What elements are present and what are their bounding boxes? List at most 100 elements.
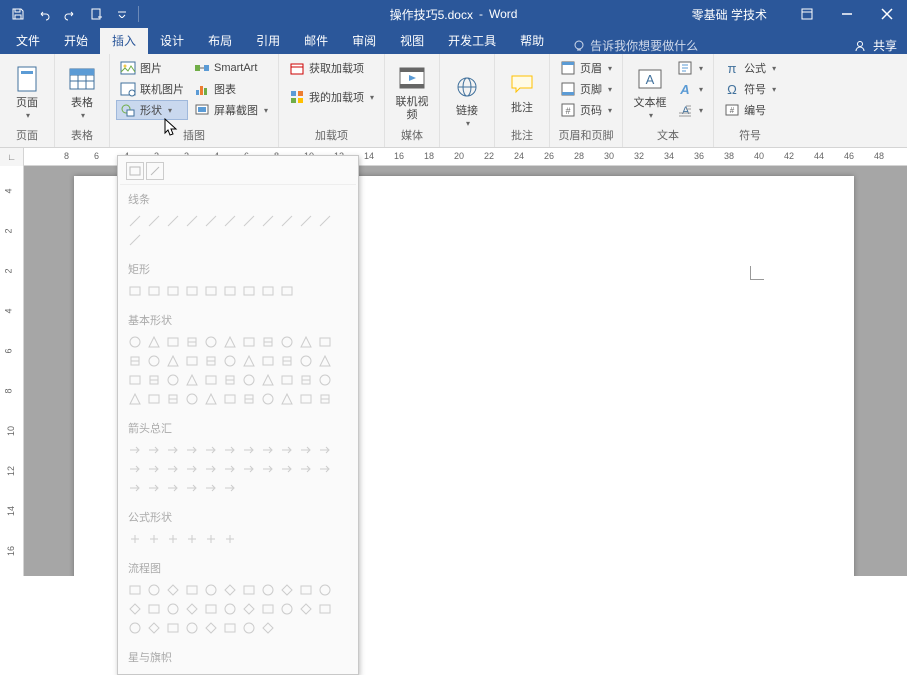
shape-cell[interactable] [240, 212, 258, 230]
shape-cell[interactable] [126, 390, 144, 408]
shape-cell[interactable] [221, 581, 239, 599]
shapes-button[interactable]: 形状▾ [116, 100, 188, 120]
shape-cell[interactable] [297, 460, 315, 478]
tab-design[interactable]: 设计 [148, 27, 196, 54]
shape-cell[interactable] [145, 282, 163, 300]
shape-cell[interactable] [259, 600, 277, 618]
shape-cell[interactable] [126, 460, 144, 478]
shape-cell[interactable] [126, 371, 144, 389]
shape-cell[interactable] [164, 479, 182, 497]
shape-cell[interactable] [278, 212, 296, 230]
shape-cell[interactable] [126, 333, 144, 351]
tell-me-search[interactable]: 告诉我你想要做什么 [572, 37, 698, 54]
shape-cell[interactable] [221, 333, 239, 351]
shape-cell[interactable] [145, 479, 163, 497]
shape-cell[interactable] [183, 390, 201, 408]
shape-cell[interactable] [202, 333, 220, 351]
chart-button[interactable]: 图表 [190, 79, 272, 99]
shape-cell[interactable] [183, 352, 201, 370]
shape-cell[interactable] [126, 282, 144, 300]
shape-cell[interactable] [240, 333, 258, 351]
shape-cell[interactable] [145, 333, 163, 351]
page-number-button[interactable]: #页码▾ [556, 100, 616, 120]
shape-cell[interactable] [164, 619, 182, 637]
smartart-button[interactable]: SmartArt [190, 58, 272, 78]
shape-cell[interactable] [145, 619, 163, 637]
shape-cell[interactable] [316, 600, 334, 618]
shape-cell[interactable] [164, 390, 182, 408]
shape-cell[interactable] [240, 352, 258, 370]
shape-cell[interactable] [145, 460, 163, 478]
tab-home[interactable]: 开始 [52, 27, 100, 54]
tab-help[interactable]: 帮助 [508, 27, 556, 54]
shape-cell[interactable] [183, 600, 201, 618]
shape-cell[interactable] [183, 441, 201, 459]
shape-cell[interactable] [126, 212, 144, 230]
shape-cell[interactable] [145, 212, 163, 230]
shape-cell[interactable] [164, 530, 182, 548]
drop-cap-button[interactable]: A▾ [673, 100, 707, 120]
shape-cell[interactable] [202, 600, 220, 618]
shape-cell[interactable] [316, 333, 334, 351]
shape-cell[interactable] [278, 460, 296, 478]
shape-cell[interactable] [221, 390, 239, 408]
shape-cell[interactable] [278, 390, 296, 408]
shape-cell[interactable] [259, 460, 277, 478]
shape-cell[interactable] [221, 212, 239, 230]
shape-cell[interactable] [145, 441, 163, 459]
shape-cell[interactable] [297, 371, 315, 389]
shape-cell[interactable] [278, 282, 296, 300]
shape-cell[interactable] [221, 441, 239, 459]
shape-cell[interactable] [240, 371, 258, 389]
tab-view[interactable]: 视图 [388, 27, 436, 54]
shape-cell[interactable] [221, 600, 239, 618]
shape-cell[interactable] [145, 352, 163, 370]
shape-cell[interactable] [126, 352, 144, 370]
symbol-button[interactable]: Ω符号▾ [720, 79, 780, 99]
footer-button[interactable]: 页脚▾ [556, 79, 616, 99]
shape-cell[interactable] [164, 212, 182, 230]
shape-cell[interactable] [145, 390, 163, 408]
shape-cell[interactable] [221, 619, 239, 637]
shape-cell[interactable] [278, 581, 296, 599]
shape-cell[interactable] [126, 600, 144, 618]
tab-review[interactable]: 审阅 [340, 27, 388, 54]
equation-button[interactable]: π公式▾ [720, 58, 780, 78]
undo-icon[interactable] [32, 2, 56, 26]
shape-cell[interactable] [297, 333, 315, 351]
shape-cell[interactable] [126, 619, 144, 637]
shape-cell[interactable] [164, 333, 182, 351]
shape-cell[interactable] [202, 460, 220, 478]
shape-cell[interactable] [183, 479, 201, 497]
shape-cell[interactable] [259, 352, 277, 370]
shape-cell[interactable] [240, 390, 258, 408]
shape-cell[interactable] [126, 231, 144, 249]
shape-cell[interactable] [202, 581, 220, 599]
shape-cell[interactable] [278, 600, 296, 618]
shape-cell[interactable] [202, 352, 220, 370]
shape-cell[interactable] [202, 530, 220, 548]
text-box-button[interactable]: A 文本框▾ [629, 58, 671, 125]
shape-cell[interactable] [316, 390, 334, 408]
shape-cell[interactable] [221, 352, 239, 370]
shape-cell[interactable] [202, 212, 220, 230]
shape-cell[interactable] [202, 619, 220, 637]
header-button[interactable]: 页眉▾ [556, 58, 616, 78]
shape-cell[interactable] [183, 460, 201, 478]
shape-cell[interactable] [164, 352, 182, 370]
shape-cell[interactable] [297, 581, 315, 599]
shape-cell[interactable] [202, 282, 220, 300]
shape-cell[interactable] [164, 282, 182, 300]
shape-cell[interactable] [297, 600, 315, 618]
cover-page-button[interactable]: 页面▾ [6, 58, 48, 125]
shape-cell[interactable] [145, 530, 163, 548]
shape-cell[interactable] [259, 581, 277, 599]
shape-cell[interactable] [316, 371, 334, 389]
get-addins-button[interactable]: 获取加载项 [285, 58, 378, 78]
shape-cell[interactable] [278, 371, 296, 389]
shape-cell[interactable] [259, 212, 277, 230]
tab-references[interactable]: 引用 [244, 27, 292, 54]
redo-icon[interactable] [58, 2, 82, 26]
shape-cell[interactable] [145, 600, 163, 618]
shape-cell[interactable] [202, 479, 220, 497]
